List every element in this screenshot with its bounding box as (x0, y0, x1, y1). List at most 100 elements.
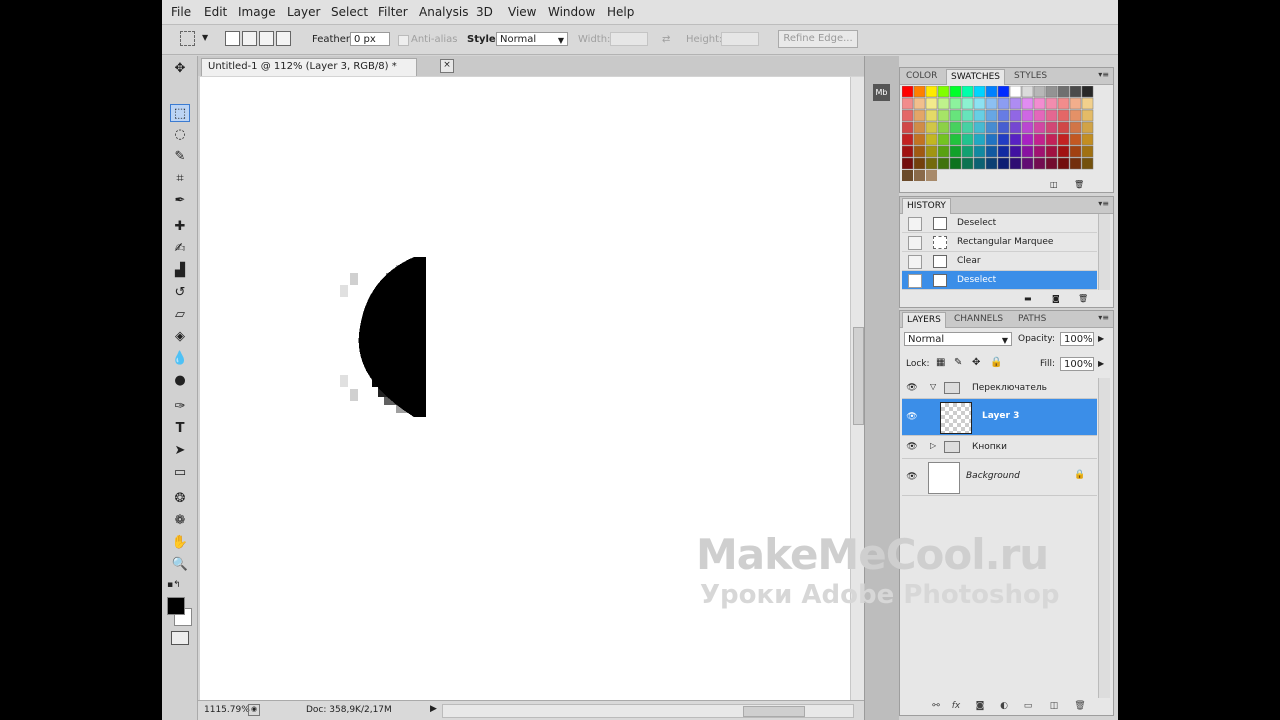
trash-icon[interactable]: 🗑 (1074, 701, 1086, 711)
swatch[interactable] (1069, 109, 1082, 122)
swatch[interactable] (937, 86, 950, 98)
menu-window[interactable]: Window (548, 5, 595, 19)
healing-tool-icon[interactable]: ✚ (170, 218, 190, 236)
swatch[interactable] (1069, 145, 1082, 158)
swatch[interactable] (1069, 86, 1082, 98)
swatch[interactable] (937, 145, 950, 158)
antialias-checkbox[interactable] (398, 35, 409, 46)
menu-help[interactable]: Help (607, 5, 634, 19)
swatch[interactable] (997, 121, 1010, 134)
close-icon[interactable]: × (440, 59, 454, 73)
path-select-tool-icon[interactable]: ➤ (170, 442, 190, 460)
chevron-down-icon[interactable]: ▽ (930, 382, 936, 391)
type-tool-icon[interactable]: T (170, 420, 190, 438)
swatch[interactable] (1021, 145, 1034, 158)
swatch[interactable] (1033, 97, 1046, 110)
history-snapshot-box[interactable] (908, 217, 922, 231)
swatch[interactable] (1069, 133, 1082, 146)
swatch[interactable] (973, 145, 986, 158)
swatch[interactable] (925, 97, 938, 110)
swatch[interactable] (1057, 97, 1070, 110)
opacity-slider-arrow-icon[interactable]: ▶ (1098, 334, 1104, 343)
tab-styles[interactable]: STYLES (1010, 69, 1051, 84)
swatch[interactable] (925, 157, 938, 170)
bucket-tool-icon[interactable]: ◈ (170, 328, 190, 346)
chevron-down-icon[interactable]: ▼ (202, 33, 208, 42)
swatch[interactable] (902, 121, 914, 134)
swatch[interactable] (937, 97, 950, 110)
swatch[interactable] (1081, 86, 1094, 98)
lock-all-icon[interactable]: 🔒 (990, 357, 1002, 368)
menu-filter[interactable]: Filter (378, 5, 408, 19)
swatch[interactable] (1009, 121, 1022, 134)
lasso-tool-icon[interactable]: ◌ (170, 126, 190, 144)
menu-edit[interactable]: Edit (204, 5, 227, 19)
layer-row[interactable]: 👁 Background 🔒 (902, 459, 1097, 496)
move-tool-icon[interactable]: ✥ (170, 60, 190, 78)
history-item[interactable]: Clear (902, 252, 1097, 271)
swatch[interactable] (1021, 157, 1034, 170)
swatch[interactable] (973, 121, 986, 134)
swatch[interactable] (961, 121, 974, 134)
swatch[interactable] (1045, 121, 1058, 134)
intersect-selection-icon[interactable] (276, 31, 291, 46)
swatch-grid[interactable] (902, 86, 1102, 182)
tab-channels[interactable]: CHANNELS (950, 312, 1007, 327)
tab-color[interactable]: COLOR (902, 69, 941, 84)
zoom-level[interactable]: 1115.79% (204, 705, 250, 715)
new-selection-icon[interactable] (225, 31, 240, 46)
swatch[interactable] (973, 133, 986, 146)
menu-view[interactable]: View (508, 5, 536, 19)
swatch[interactable] (1045, 145, 1058, 158)
swatch[interactable] (937, 133, 950, 146)
eraser-tool-icon[interactable]: ▱ (170, 306, 190, 324)
layers-scrollbar[interactable] (1098, 378, 1110, 698)
swatch[interactable] (1021, 97, 1034, 110)
3d-orbit-tool-icon[interactable]: ❁ (170, 512, 190, 530)
swatch[interactable] (949, 109, 962, 122)
zoom-tool-icon[interactable]: 🔍 (170, 556, 190, 574)
swatch[interactable] (961, 109, 974, 122)
blur-tool-icon[interactable]: 💧 (170, 350, 190, 368)
opacity-input[interactable]: 100% (1060, 332, 1094, 346)
swatch[interactable] (1057, 86, 1070, 98)
swap-icon[interactable]: ⇄ (662, 34, 670, 45)
quick-select-tool-icon[interactable]: ✎ (170, 148, 190, 166)
link-layers-icon[interactable]: ⚯ (930, 701, 942, 711)
stamp-tool-icon[interactable]: ▟ (170, 262, 190, 280)
fx-icon[interactable]: fx (950, 701, 962, 711)
history-item[interactable]: Rectangular Marquee (902, 233, 1097, 252)
swatch[interactable] (1009, 145, 1022, 158)
swatch[interactable] (1081, 145, 1094, 158)
swatch[interactable] (961, 97, 974, 110)
swatch[interactable] (902, 109, 914, 122)
new-swatch-icon[interactable]: ◫ (1050, 180, 1058, 189)
swatch[interactable] (902, 170, 913, 181)
swatch[interactable] (997, 86, 1010, 98)
history-snapshot-box[interactable] (908, 255, 922, 269)
swatch[interactable] (961, 145, 974, 158)
layer-group-row[interactable]: 👁 ▷ Кнопки (902, 436, 1097, 459)
swatch[interactable] (1057, 157, 1070, 170)
menu-analysis[interactable]: Analysis (419, 5, 468, 19)
swatch[interactable] (1081, 109, 1094, 122)
fill-slider-arrow-icon[interactable]: ▶ (1098, 359, 1104, 368)
tab-layers[interactable]: LAYERS (902, 312, 946, 328)
tab-paths[interactable]: PATHS (1014, 312, 1050, 327)
swatch[interactable] (1021, 109, 1034, 122)
swatch[interactable] (973, 157, 986, 170)
swatch[interactable] (1033, 157, 1046, 170)
camera-icon[interactable]: ◙ (1052, 294, 1060, 303)
style-select[interactable]: Normal ▼ (496, 32, 568, 46)
swatch[interactable] (985, 121, 998, 134)
swatch[interactable] (1069, 121, 1082, 134)
swatch[interactable] (925, 133, 938, 146)
panel-menu-icon[interactable]: ▾≡ (1098, 70, 1109, 79)
menu-image[interactable]: Image (238, 5, 276, 19)
lock-position-icon[interactable]: ✥ (972, 357, 980, 368)
swatch[interactable] (1033, 145, 1046, 158)
crop-tool-icon[interactable]: ⌗ (170, 170, 190, 188)
horizontal-scrollbar[interactable] (442, 704, 854, 718)
swatch[interactable] (937, 109, 950, 122)
swatch[interactable] (1057, 133, 1070, 146)
